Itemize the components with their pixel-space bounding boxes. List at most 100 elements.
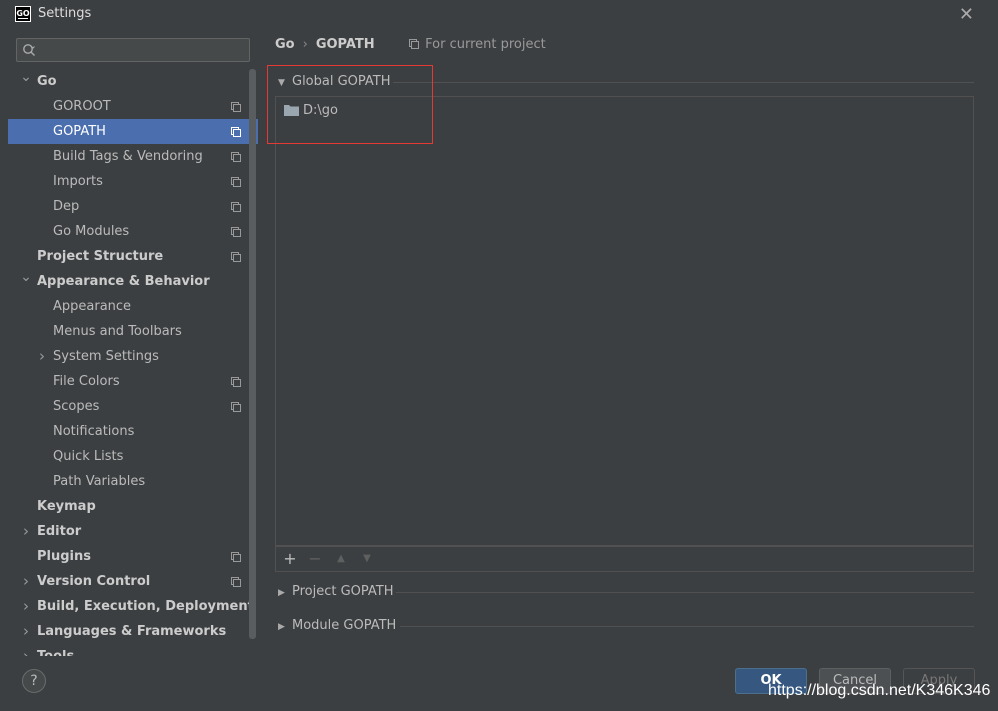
sidebar-item-label: Appearance & Behavior	[37, 274, 210, 289]
sidebar-item-label: Imports	[53, 174, 103, 189]
chevron-right-icon[interactable]: ›	[20, 519, 32, 544]
sidebar-item-build-execution-deployment[interactable]: › Build, Execution, Deployment	[8, 594, 258, 619]
module-gopath-header[interactable]: ▶ Module GOPATH	[278, 617, 396, 635]
scope-hint-text: For current project	[425, 37, 546, 52]
sidebar-item-appearance[interactable]: Appearance	[8, 294, 258, 319]
triangle-right-icon: ▶	[278, 588, 285, 598]
sidebar-item-appearance-behavior[interactable]: ⌄ Appearance & Behavior	[8, 269, 258, 294]
sidebar-item-label: Scopes	[53, 399, 100, 414]
sidebar-item-label: Keymap	[37, 499, 96, 514]
chevron-down-icon[interactable]: ⌄	[20, 265, 32, 290]
chevron-right-icon[interactable]: ›	[36, 344, 48, 369]
sidebar-item-label: Quick Lists	[53, 449, 124, 464]
sidebar-item-label: Plugins	[37, 549, 91, 564]
chevron-right-icon[interactable]: ›	[20, 619, 32, 644]
sidebar-item-imports[interactable]: Imports	[8, 169, 258, 194]
divider	[396, 592, 974, 593]
sidebar-item-label: Path Variables	[53, 474, 146, 489]
scope-hint: For current project	[409, 37, 546, 52]
sidebar-item-label: Build, Execution, Deployment	[37, 599, 254, 614]
settings-search[interactable]	[16, 38, 250, 62]
sidebar-item-goroot[interactable]: GOROOT	[8, 94, 258, 119]
project-scope-icon	[231, 577, 241, 587]
sidebar-item-label: Go Modules	[53, 224, 130, 239]
project-scope-icon	[231, 552, 241, 562]
title-bar: GO Settings ✕	[0, 0, 998, 28]
sidebar-item-build-tags-vendoring[interactable]: Build Tags & Vendoring	[8, 144, 258, 169]
close-icon[interactable]: ✕	[959, 4, 974, 25]
sidebar-item-languages-frameworks[interactable]: › Languages & Frameworks	[8, 619, 258, 644]
search-input[interactable]	[39, 41, 244, 59]
breadcrumb-separator: ›	[302, 37, 308, 52]
move-down-icon[interactable]: ▼	[357, 550, 377, 568]
dialog-footer: ? OK Cancel Apply https://blog.csdn.net/…	[0, 656, 998, 711]
project-scope-icon	[231, 177, 241, 187]
move-up-icon[interactable]: ▲	[331, 550, 351, 568]
chevron-down-icon[interactable]: ⌄	[20, 65, 32, 90]
goland-app-icon: GO	[15, 6, 31, 22]
sidebar-item-project-structure[interactable]: Project Structure	[8, 244, 258, 269]
sidebar-item-scopes[interactable]: Scopes	[8, 394, 258, 419]
gopath-panel: Go › GOPATH For current project ▼ Global GO…	[258, 28, 998, 656]
remove-icon[interactable]: −	[305, 550, 325, 568]
sidebar-item-tools[interactable]: › Tools	[8, 644, 258, 656]
project-scope-icon	[231, 227, 241, 237]
list-toolbar: + − ▲ ▼	[275, 546, 974, 572]
breadcrumb-current: GOPATH	[315, 37, 375, 52]
chevron-right-icon[interactable]: ›	[20, 644, 32, 656]
module-gopath-label: Module GOPATH	[292, 618, 397, 633]
triangle-right-icon: ▶	[278, 622, 285, 632]
sidebar-item-gopath[interactable]: GOPATH	[8, 119, 258, 144]
sidebar-item-label: Tools	[37, 644, 74, 656]
sidebar-item-label: Editor	[37, 524, 82, 539]
project-scope-icon	[231, 377, 241, 387]
divider	[393, 82, 974, 83]
sidebar-item-label: GOROOT	[53, 99, 111, 114]
window-title: Settings	[38, 6, 92, 21]
sidebar-item-path-variables[interactable]: Path Variables	[8, 469, 258, 494]
sidebar-item-dep[interactable]: Dep	[8, 194, 258, 219]
project-scope-icon	[231, 102, 241, 112]
sidebar-item-keymap[interactable]: Keymap	[8, 494, 258, 519]
chevron-right-icon[interactable]: ›	[20, 569, 32, 594]
sidebar-item-file-colors[interactable]: File Colors	[8, 369, 258, 394]
sidebar-item-editor[interactable]: › Editor	[8, 519, 258, 544]
global-gopath-list[interactable]: D:\go	[275, 96, 974, 546]
chevron-right-icon[interactable]: ›	[20, 594, 32, 619]
sidebar-item-notifications[interactable]: Notifications	[8, 419, 258, 444]
sidebar-item-menus-and-toolbars[interactable]: Menus and Toolbars	[8, 319, 258, 344]
project-gopath-header[interactable]: ▶ Project GOPATH	[278, 583, 394, 601]
help-button[interactable]: ?	[22, 669, 46, 693]
sidebar-item-go-modules[interactable]: Go Modules	[8, 219, 258, 244]
sidebar-item-label: File Colors	[53, 374, 120, 389]
project-scope-icon	[231, 127, 241, 137]
project-scope-icon	[231, 252, 241, 262]
settings-sidebar: ⌄ Go GOROOT GOPATH Build Tags & Vendoring Imp…	[8, 28, 258, 656]
sidebar-item-label: Notifications	[53, 424, 135, 439]
sidebar-item-label: Project Structure	[37, 249, 164, 264]
add-icon[interactable]: +	[280, 550, 300, 568]
divider	[400, 626, 974, 627]
project-scope-icon	[231, 402, 241, 412]
sidebar-item-label: Go	[37, 74, 57, 89]
sidebar-item-label: Build Tags & Vendoring	[53, 149, 203, 164]
sidebar-item-label: Dep	[53, 199, 80, 214]
sidebar-item-go[interactable]: ⌄ Go	[8, 69, 258, 94]
sidebar-item-quick-lists[interactable]: Quick Lists	[8, 444, 258, 469]
project-scope-icon	[231, 152, 241, 162]
sidebar-item-system-settings[interactable]: › System Settings	[8, 344, 258, 369]
sidebar-item-label: Languages & Frameworks	[37, 624, 227, 639]
sidebar-item-label: Menus and Toolbars	[53, 324, 182, 339]
breadcrumb: Go › GOPATH	[275, 37, 375, 52]
sidebar-item-version-control[interactable]: › Version Control	[8, 569, 258, 594]
sidebar-item-label: Version Control	[37, 574, 151, 589]
project-scope-icon	[409, 39, 419, 49]
annotation-highlight-box	[267, 65, 433, 144]
settings-tree: ⌄ Go GOROOT GOPATH Build Tags & Vendoring Imp…	[8, 69, 258, 656]
search-icon	[23, 44, 35, 56]
sidebar-scrollbar[interactable]	[249, 69, 256, 639]
breadcrumb-parent[interactable]: Go	[275, 37, 295, 52]
watermark: https://blog.csdn.net/K346K346	[768, 682, 991, 699]
sidebar-item-plugins[interactable]: Plugins	[8, 544, 258, 569]
project-scope-icon	[231, 202, 241, 212]
